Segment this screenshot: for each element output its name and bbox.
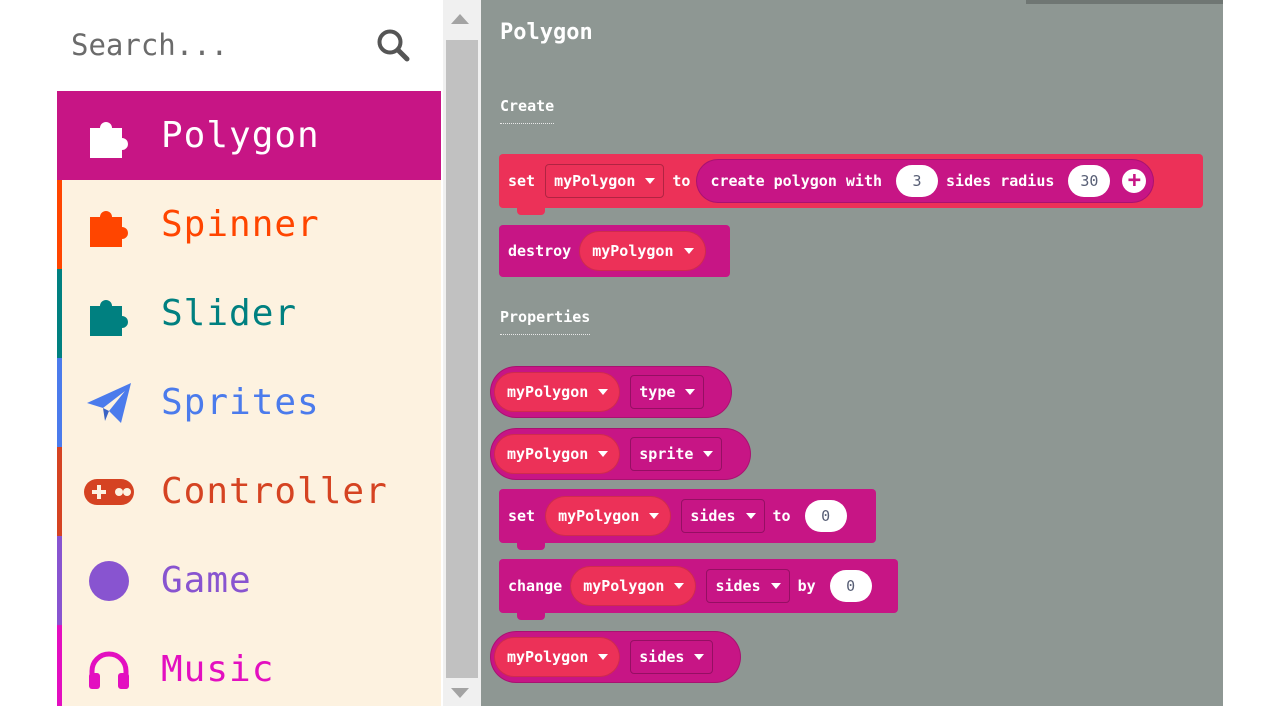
headphones-icon — [82, 643, 136, 697]
category-label: Polygon — [161, 115, 320, 156]
variable-dropdown[interactable]: myPolygon — [545, 164, 665, 198]
dropdown-caret-icon — [770, 583, 781, 589]
variable-dropdown[interactable]: myPolygon — [494, 372, 621, 412]
property-reporter-sprite[interactable]: myPolygon sprite — [490, 428, 751, 480]
variable-name: myPolygon — [592, 242, 674, 260]
toolbox: Polygon Spinner Slider Sprites Controlle… — [57, 0, 441, 706]
scroll-down-arrow-icon[interactable] — [451, 688, 469, 698]
property-reporter-sides[interactable]: myPolygon sides — [490, 631, 741, 683]
property-name: sides — [639, 648, 685, 666]
category-label: Music — [161, 649, 275, 690]
variable-name: myPolygon — [507, 445, 589, 463]
search-bar — [57, 0, 441, 91]
dropdown-caret-icon — [598, 389, 609, 395]
block-keyword-destroy: destroy — [508, 242, 572, 260]
sides-number-input[interactable]: 3 — [896, 165, 939, 197]
property-name: sprite — [639, 445, 694, 463]
block-keyword-by: by — [797, 577, 816, 595]
block-notch — [517, 612, 545, 620]
scroll-up-arrow-icon[interactable] — [451, 14, 469, 24]
variable-dropdown[interactable]: myPolygon — [545, 496, 672, 536]
set-property-block[interactable]: set myPolygon sides to 0 — [499, 489, 876, 550]
category-label: Spinner — [161, 204, 320, 245]
flyout-title: Polygon — [500, 20, 593, 45]
dropdown-caret-icon — [683, 248, 694, 254]
category-controller[interactable]: Controller — [57, 447, 441, 536]
create-polygon-block[interactable]: set myPolygon to create polygon with 3 s… — [499, 154, 1203, 215]
category-slider[interactable]: Slider — [57, 269, 441, 358]
variable-name: myPolygon — [558, 507, 640, 525]
property-dropdown[interactable]: sides — [681, 499, 765, 533]
block-text: create polygon with — [710, 172, 883, 190]
block-keyword-set: set — [508, 507, 536, 525]
dropdown-caret-icon — [685, 389, 696, 395]
variable-name: myPolygon — [583, 577, 665, 595]
puzzle-icon — [82, 287, 136, 341]
variable-dropdown[interactable]: myPolygon — [494, 434, 621, 474]
circle-icon — [82, 554, 136, 608]
category-label: Game — [161, 560, 252, 601]
variable-name: myPolygon — [554, 172, 636, 190]
property-dropdown[interactable]: sides — [706, 569, 790, 603]
property-dropdown[interactable]: type — [630, 375, 705, 409]
gamepad-icon — [82, 465, 136, 519]
property-name: sides — [690, 507, 736, 525]
category-game[interactable]: Game — [57, 536, 441, 625]
property-dropdown[interactable]: sides — [630, 640, 714, 674]
category-spinner[interactable]: Spinner — [57, 180, 441, 269]
dropdown-caret-icon — [694, 654, 705, 660]
dropdown-caret-icon — [598, 654, 609, 660]
scrollbar-thumb[interactable] — [446, 40, 478, 678]
property-reporter-type[interactable]: myPolygon type — [490, 366, 732, 418]
block-flyout: Polygon Create set myPolygon to create p… — [481, 0, 1223, 706]
variable-dropdown[interactable]: myPolygon — [570, 566, 697, 606]
block-keyword-set: set — [508, 172, 536, 190]
block-keyword-change: change — [508, 577, 563, 595]
block-keyword-to: to — [772, 507, 791, 525]
dropdown-caret-icon — [745, 513, 756, 519]
category-label: Sprites — [161, 382, 320, 423]
value-number-input[interactable]: 0 — [804, 500, 847, 532]
section-label-properties: Properties — [500, 308, 591, 335]
plus-circle-icon[interactable]: + — [1122, 169, 1147, 193]
block-notch — [517, 207, 545, 215]
block-text: sides radius — [946, 172, 1055, 190]
variable-name: myPolygon — [507, 648, 589, 666]
radius-number-input[interactable]: 30 — [1068, 165, 1111, 197]
create-polygon-reporter[interactable]: create polygon with 3 sides radius 30 + — [696, 159, 1155, 203]
block-keyword-to: to — [672, 172, 691, 190]
dropdown-caret-icon — [674, 583, 685, 589]
property-name: sides — [715, 577, 761, 595]
dropdown-caret-icon — [645, 178, 656, 184]
variable-dropdown[interactable]: myPolygon — [494, 637, 621, 677]
destroy-block[interactable]: destroy myPolygon — [499, 225, 730, 277]
property-dropdown[interactable]: sprite — [630, 437, 723, 471]
dropdown-caret-icon — [598, 451, 609, 457]
dropdown-caret-icon — [703, 451, 714, 457]
search-icon[interactable] — [375, 27, 411, 63]
category-music[interactable]: Music — [57, 625, 441, 706]
flyout-top-edge — [1026, 0, 1223, 4]
toolbox-scrollbar[interactable] — [443, 0, 481, 706]
dropdown-caret-icon — [649, 513, 660, 519]
variable-name: myPolygon — [507, 383, 589, 401]
puzzle-icon — [82, 198, 136, 252]
category-polygon[interactable]: Polygon — [57, 91, 441, 180]
category-sprites[interactable]: Sprites — [57, 358, 441, 447]
variable-dropdown[interactable]: myPolygon — [579, 231, 706, 271]
puzzle-icon — [82, 109, 136, 163]
search-input[interactable] — [71, 24, 371, 66]
block-notch — [517, 542, 545, 550]
value-number-input[interactable]: 0 — [829, 570, 872, 602]
category-label: Slider — [161, 293, 298, 334]
change-property-block[interactable]: change myPolygon sides by 0 — [499, 559, 898, 620]
paper-plane-icon — [82, 376, 136, 430]
property-name: type — [639, 383, 676, 401]
section-label-create: Create — [500, 97, 555, 124]
category-label: Controller — [161, 471, 388, 512]
